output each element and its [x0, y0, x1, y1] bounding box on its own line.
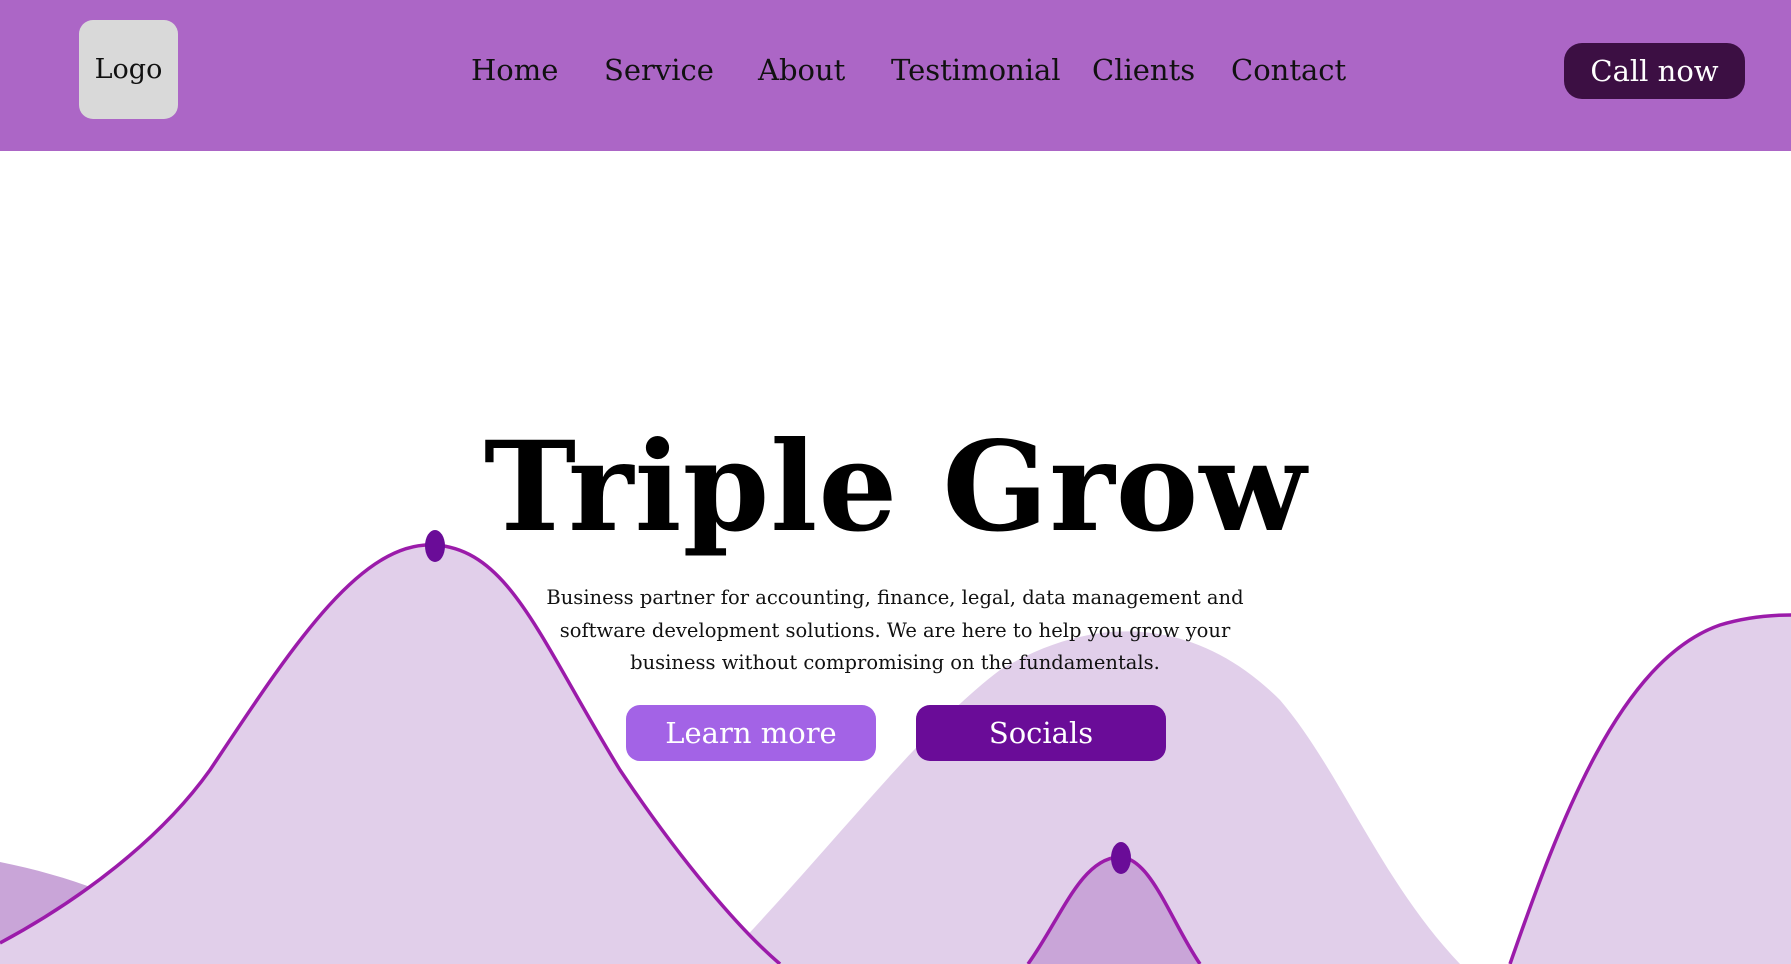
mid-peak-marker	[1111, 842, 1131, 874]
nav-item-clients[interactable]: Clients	[1092, 50, 1195, 90]
nav-item-testimonial[interactable]: Testimonial	[891, 50, 1061, 90]
nav-item-contact[interactable]: Contact	[1231, 50, 1346, 90]
nav-item-about[interactable]: About	[758, 50, 845, 90]
hero-title: Triple Grow	[483, 415, 1308, 560]
call-now-button[interactable]: Call now	[1564, 43, 1745, 99]
site-header: Logo Home Service About Testimonial Clie…	[0, 0, 1791, 151]
nav-item-home[interactable]: Home	[471, 50, 558, 90]
nav-item-service[interactable]: Service	[604, 50, 714, 90]
right-edge-hill-fill	[1510, 615, 1791, 964]
main-nav: Home Service About Testimonial Clients C…	[0, 0, 1791, 140]
learn-more-button[interactable]: Learn more	[626, 705, 876, 761]
socials-button[interactable]: Socials	[916, 705, 1166, 761]
hero-description: Business partner for accounting, finance…	[546, 586, 1244, 674]
